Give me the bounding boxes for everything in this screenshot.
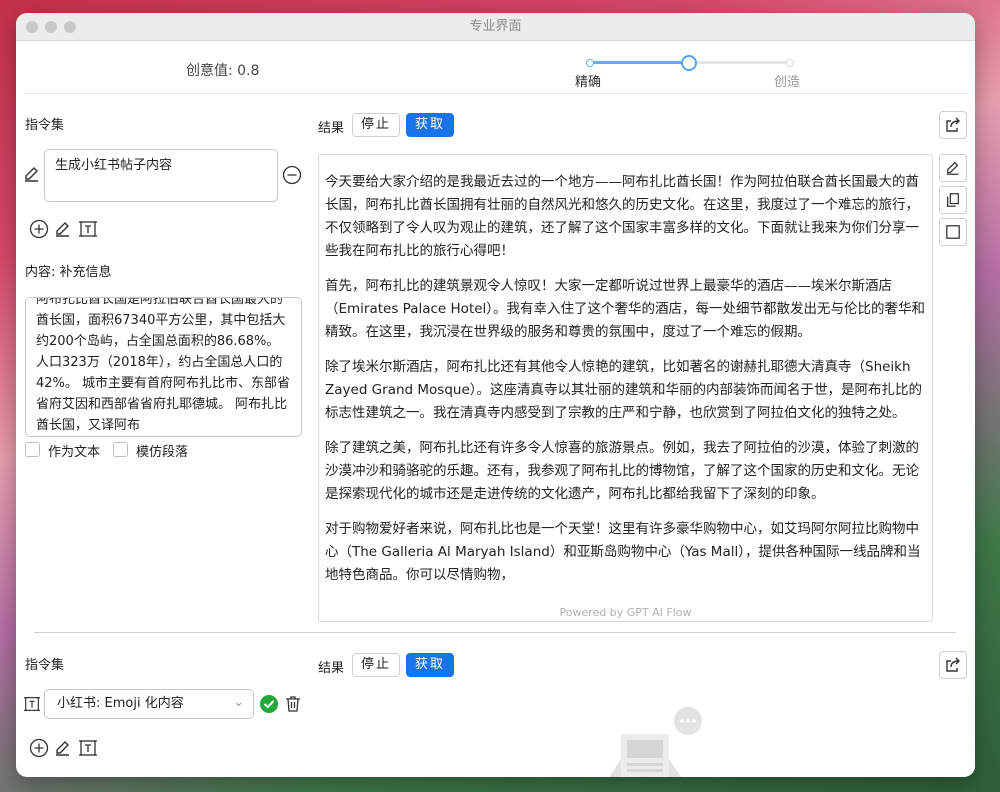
fetch-button[interactable]: 获取 xyxy=(406,113,454,137)
empty-state-icon xyxy=(604,707,714,777)
share-button-2[interactable] xyxy=(939,651,967,679)
slider-fill xyxy=(588,61,689,64)
pencil-icon[interactable] xyxy=(54,220,72,242)
result-paragraph: 今天要给大家介绍的是我最近去过的一个地方——阿布扎比酋长国！作为阿拉伯联合酋长国… xyxy=(325,174,919,259)
minimize-window-button[interactable] xyxy=(45,21,57,33)
add-circle-icon[interactable] xyxy=(29,219,49,243)
slider-handle[interactable] xyxy=(681,55,697,71)
result-label-2: 结果 xyxy=(318,661,345,676)
instruction-input-text: 生成小红书帖子内容 xyxy=(55,158,173,173)
confirm-check-icon[interactable] xyxy=(260,695,278,717)
slider-min-dot xyxy=(586,59,594,67)
mimic-paragraph-checkbox[interactable] xyxy=(113,442,128,457)
content-textarea[interactable]: 阿布扎比酋长国是阿拉伯联合酋长国最大的酋长国，面积67340平方公里，其中包括大… xyxy=(25,297,302,437)
instruction-select[interactable]: 小红书: Emoji 化内容 ⌄ xyxy=(44,689,254,719)
content-label: 内容: 补充信息 xyxy=(25,265,112,280)
slider-max-dot xyxy=(786,59,794,67)
square-icon xyxy=(946,225,960,239)
app-window: 专业界面 创意值: 0.8 精确 创造 指令集 生成小红书帖子内容 内容: 补充… xyxy=(16,13,975,777)
remove-instruction-icon[interactable] xyxy=(282,165,302,189)
instruction-select-value: 小红书: Emoji 化内容 xyxy=(57,696,184,711)
edit-icon[interactable] xyxy=(23,165,41,187)
stop-button[interactable]: 停止 xyxy=(352,113,400,137)
content-textarea-text: 阿布扎比酋长国是阿拉伯联合酋长国最大的酋长国，面积67340平方公里，其中包括大… xyxy=(36,297,291,433)
mimic-paragraph-label: 模仿段落 xyxy=(136,445,189,460)
add-circle-icon[interactable] xyxy=(29,738,49,762)
slider-right-label: 创造 xyxy=(774,75,801,90)
text-frame-icon xyxy=(23,695,41,717)
share-icon xyxy=(946,117,960,132)
pencil-icon[interactable] xyxy=(54,739,72,761)
close-window-button[interactable] xyxy=(26,21,38,33)
text-frame-icon[interactable] xyxy=(78,738,98,762)
edit-result-button[interactable] xyxy=(939,154,967,182)
maximize-window-button[interactable] xyxy=(64,21,76,33)
creativity-value-label: 创意值: 0.8 xyxy=(186,63,260,79)
result-label: 结果 xyxy=(318,121,345,136)
slider-left-label: 精确 xyxy=(575,75,602,90)
fetch-button-2[interactable]: 获取 xyxy=(406,653,454,677)
window-title: 专业界面 xyxy=(469,19,522,34)
instructions-label-2: 指令集 xyxy=(25,658,65,673)
creativity-slider[interactable] xyxy=(586,55,794,71)
copy-result-button[interactable] xyxy=(939,186,967,214)
chevron-down-icon: ⌄ xyxy=(233,695,244,710)
instruction-input[interactable]: 生成小红书帖子内容 xyxy=(44,149,278,202)
text-frame-icon[interactable] xyxy=(78,219,98,243)
pencil-icon xyxy=(946,161,959,175)
title-bar: 专业界面 xyxy=(16,13,975,41)
section-divider xyxy=(34,632,956,633)
result-paragraph: 除了埃米尔斯酒店，阿布扎比还有其他令人惊艳的建筑，比如著名的谢赫扎耶德大清真寺（… xyxy=(325,359,922,421)
expand-result-button[interactable] xyxy=(939,218,967,246)
share-button[interactable] xyxy=(939,111,967,139)
header-divider xyxy=(25,93,967,94)
result-paragraph: 首先，阿布扎比的建筑景观令人惊叹！大家一定都听说过世界上最豪华的酒店——埃米尔斯… xyxy=(325,278,926,340)
result-paragraph: 对于购物爱好者来说，阿布扎比也是一个天堂！这里有许多豪华购物中心，如艾玛阿尔阿拉… xyxy=(325,521,921,583)
trash-icon[interactable] xyxy=(284,695,302,717)
result-paragraph: 除了建筑之美，阿布扎比还有许多令人惊喜的旅游景点。例如，我去了阿拉伯的沙漠，体验… xyxy=(325,440,919,502)
result-output: 今天要给大家介绍的是我最近去过的一个地方——阿布扎比酋长国！作为阿拉伯联合酋长国… xyxy=(318,154,933,622)
copy-icon xyxy=(947,193,959,207)
as-text-checkbox[interactable] xyxy=(25,442,40,457)
stop-button-2[interactable]: 停止 xyxy=(352,653,400,677)
as-text-label: 作为文本 xyxy=(48,445,101,460)
instructions-label: 指令集 xyxy=(25,118,65,133)
powered-by-text: Powered by GPT AI Flow xyxy=(559,606,692,619)
share-icon xyxy=(946,657,960,672)
